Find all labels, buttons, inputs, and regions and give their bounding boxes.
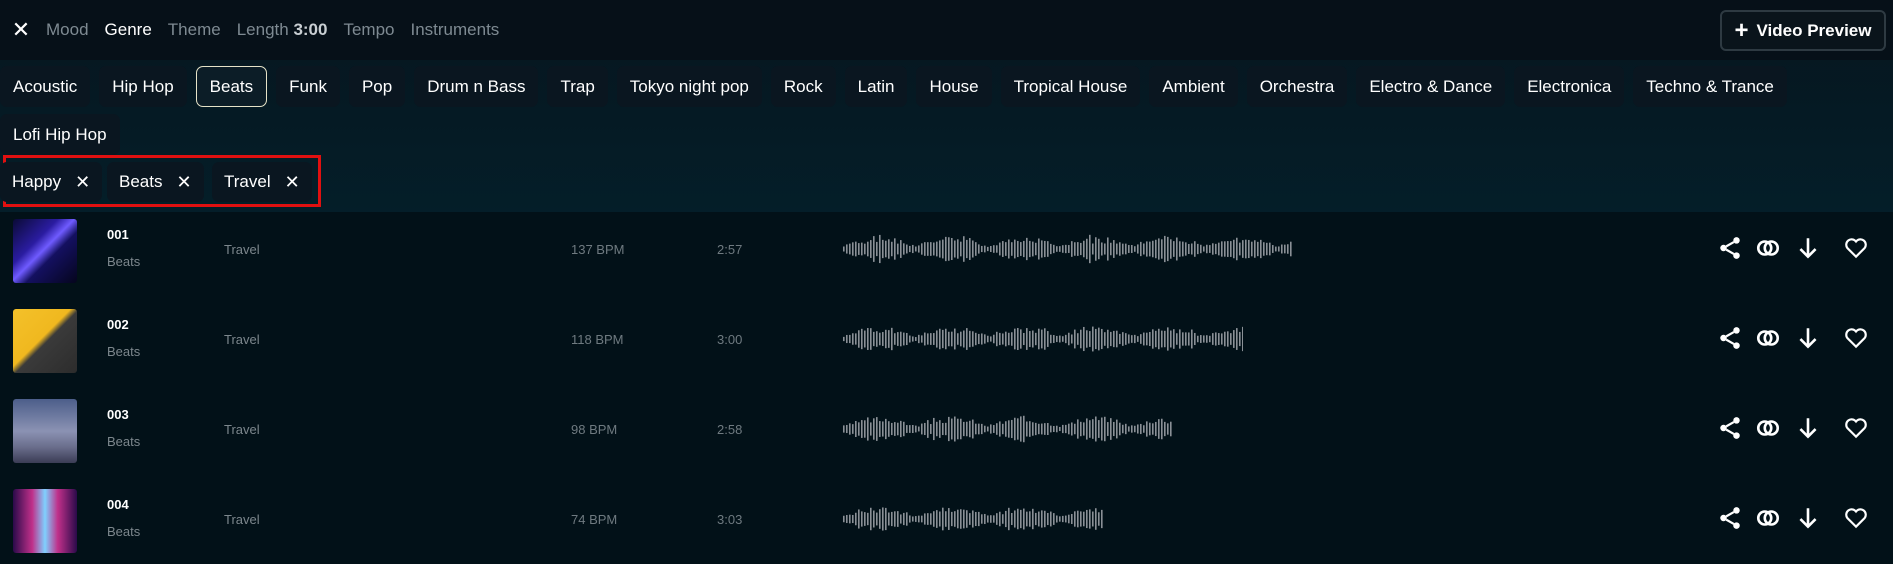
- track-artwork[interactable]: [13, 309, 77, 373]
- genre-chip-trap[interactable]: Trap: [547, 66, 608, 107]
- share-icon[interactable]: [1717, 415, 1743, 441]
- track-theme: Travel: [224, 512, 260, 527]
- genre-chip-lofi-hip-hop[interactable]: Lofi Hip Hop: [0, 114, 120, 155]
- video-preview-label: Video Preview: [1756, 20, 1872, 40]
- genre-chip-list: Acoustic Hip Hop Beats Funk Pop Drum n B…: [0, 66, 1893, 155]
- genre-chip-hip-hop[interactable]: Hip Hop: [99, 66, 187, 107]
- track-number: 004: [107, 497, 129, 512]
- tab-length-label: Length: [236, 20, 289, 39]
- remove-filter-icon[interactable]: ✕: [176, 172, 191, 193]
- genre-chip-funk[interactable]: Funk: [276, 66, 340, 107]
- tab-genre[interactable]: Genre: [105, 20, 152, 40]
- track-duration: 2:57: [717, 242, 743, 257]
- plus-icon: +: [1734, 16, 1749, 44]
- track-theme: Travel: [224, 332, 260, 347]
- link-icon[interactable]: [1755, 235, 1781, 261]
- track-genre: Beats: [107, 524, 141, 539]
- link-icon[interactable]: [1755, 505, 1781, 531]
- track-row[interactable]: 002 Beats Travel 118 BPM 3:00: [0, 302, 1893, 392]
- video-preview-button[interactable]: + Video Preview: [1720, 10, 1886, 51]
- waveform[interactable]: [843, 499, 1103, 539]
- waveform[interactable]: [843, 229, 1293, 269]
- tab-length[interactable]: Length 3:00: [237, 20, 328, 40]
- music-library-page: ✕ Mood Genre Theme Length 3:00 Tempo Ins…: [0, 0, 1893, 564]
- download-icon[interactable]: [1795, 325, 1821, 351]
- tab-mood[interactable]: Mood: [46, 20, 89, 40]
- waveform[interactable]: [843, 319, 1243, 359]
- track-bpm: 137 BPM: [571, 242, 625, 257]
- track-row[interactable]: 004 Beats Travel 74 BPM 3:03: [0, 482, 1893, 564]
- genre-chip-electronica[interactable]: Electronica: [1514, 66, 1625, 107]
- tab-theme[interactable]: Theme: [168, 20, 221, 40]
- download-icon[interactable]: [1795, 235, 1821, 261]
- track-genre: Beats: [107, 434, 141, 449]
- genre-chip-tokyo-night-pop[interactable]: Tokyo night pop: [616, 66, 762, 107]
- heart-icon[interactable]: [1843, 235, 1869, 261]
- close-icon[interactable]: ✕: [10, 18, 32, 42]
- genre-chip-drum-n-bass[interactable]: Drum n Bass: [414, 66, 539, 107]
- genre-chip-techno-trance[interactable]: Techno & Trance: [1633, 66, 1787, 107]
- share-icon[interactable]: [1717, 325, 1743, 351]
- genre-chip-rock[interactable]: Rock: [770, 66, 836, 107]
- waveform[interactable]: [843, 409, 1173, 449]
- track-row[interactable]: 003 Beats Travel 98 BPM 2:58: [0, 392, 1893, 482]
- link-icon[interactable]: [1755, 415, 1781, 441]
- genre-chip-house[interactable]: House: [916, 66, 992, 107]
- remove-filter-icon[interactable]: ✕: [75, 172, 90, 193]
- tab-tempo[interactable]: Tempo: [343, 20, 394, 40]
- heart-icon[interactable]: [1843, 415, 1869, 441]
- track-artwork[interactable]: [13, 489, 77, 553]
- genre-chip-latin[interactable]: Latin: [844, 66, 908, 107]
- selected-filter-travel: Travel ✕: [212, 162, 312, 202]
- download-icon[interactable]: [1795, 505, 1821, 531]
- track-artwork[interactable]: [13, 219, 77, 283]
- selected-filter-beats: Beats ✕: [107, 162, 204, 202]
- filter-tabs: Mood Genre Theme Length 3:00 Tempo Instr…: [46, 20, 515, 40]
- track-duration: 3:00: [717, 332, 743, 347]
- link-icon[interactable]: [1755, 325, 1781, 351]
- heart-icon[interactable]: [1843, 325, 1869, 351]
- track-number: 003: [107, 407, 129, 422]
- selected-filter-label: Beats: [119, 172, 163, 191]
- track-number: 002: [107, 317, 129, 332]
- track-duration: 2:58: [717, 422, 743, 437]
- download-icon[interactable]: [1795, 415, 1821, 441]
- tab-length-value: 3:00: [293, 20, 328, 39]
- track-row[interactable]: 001 Beats Travel 137 BPM 2:57: [0, 212, 1893, 302]
- filter-topbar: ✕ Mood Genre Theme Length 3:00 Tempo Ins…: [0, 0, 1893, 60]
- genre-chip-acoustic[interactable]: Acoustic: [0, 66, 91, 107]
- track-genre: Beats: [107, 344, 141, 359]
- track-bpm: 118 BPM: [571, 332, 624, 347]
- track-bpm: 74 BPM: [571, 512, 618, 527]
- heart-icon[interactable]: [1843, 505, 1869, 531]
- track-theme: Travel: [224, 422, 260, 437]
- track-duration: 3:03: [717, 512, 743, 527]
- track-theme: Travel: [224, 242, 260, 257]
- genre-chip-tropical-house[interactable]: Tropical House: [1000, 66, 1141, 107]
- selected-filter-label: Happy: [12, 172, 62, 191]
- selected-filter-label: Travel: [224, 172, 271, 191]
- genre-chip-beats[interactable]: Beats: [195, 66, 268, 107]
- share-icon[interactable]: [1717, 505, 1743, 531]
- genre-chip-orchestra[interactable]: Orchestra: [1246, 66, 1348, 107]
- track-genre: Beats: [107, 254, 141, 269]
- track-artwork[interactable]: [13, 399, 77, 463]
- genre-chip-ambient[interactable]: Ambient: [1149, 66, 1238, 107]
- genre-chip-electro-dance[interactable]: Electro & Dance: [1356, 66, 1506, 107]
- track-number: 001: [107, 227, 129, 242]
- tab-instruments[interactable]: Instruments: [411, 20, 500, 40]
- share-icon[interactable]: [1717, 235, 1743, 261]
- track-bpm: 98 BPM: [571, 422, 618, 437]
- genre-chip-pop[interactable]: Pop: [348, 66, 406, 107]
- selected-filter-happy: Happy ✕: [0, 162, 103, 202]
- remove-filter-icon[interactable]: ✕: [285, 172, 300, 193]
